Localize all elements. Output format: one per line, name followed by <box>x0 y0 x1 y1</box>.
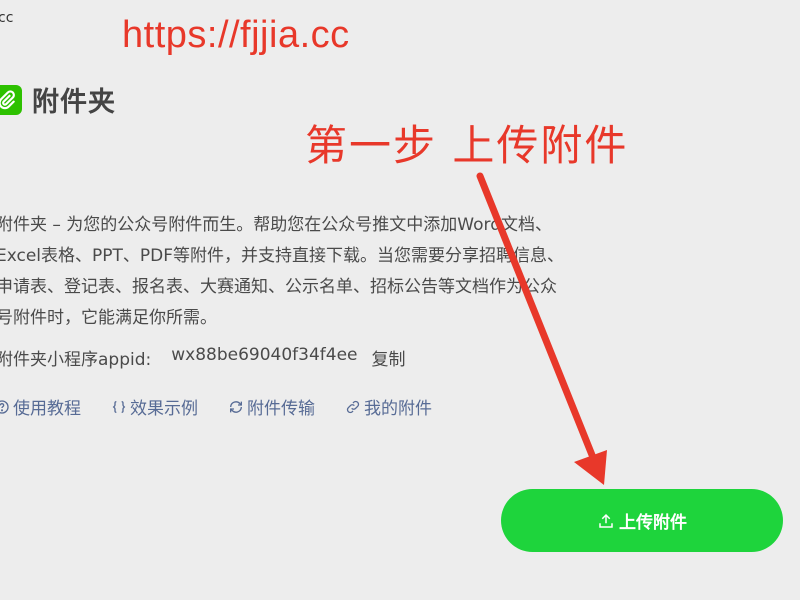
copy-appid-button[interactable]: 复制 <box>372 345 406 370</box>
upload-icon <box>599 513 613 528</box>
app-description: 附件夹 – 为您的公众号附件而生。帮助您在公众号推文中添加Word文档、 Exc… <box>0 210 656 334</box>
description-line: Excel表格、PPT、PDF等附件，并支持直接下载。当您需要分享招聘信息、 <box>0 246 565 266</box>
tutorial-link-label: 使用教程 <box>13 399 81 419</box>
appid-value: wx88be69040f34f4ee <box>171 345 358 365</box>
braces-icon <box>112 400 126 413</box>
help-circle-icon <box>0 399 9 414</box>
link-icon <box>346 400 360 413</box>
app-header: 附件夹 <box>0 80 116 119</box>
sync-icon <box>230 400 242 413</box>
description-line: 号附件时，它能满足你所需。 <box>0 308 217 328</box>
appid-row: 附件夹小程序appid: wx88be69040f34f4ee 复制 <box>0 345 406 370</box>
upload-attachment-button[interactable]: 上传附件 <box>501 489 783 552</box>
my-attachments-link[interactable]: 我的附件 <box>345 394 432 419</box>
paperclip-icon <box>0 84 22 115</box>
transfer-link[interactable]: 附件传输 <box>228 394 315 419</box>
description-line: 附件夹 – 为您的公众号附件而生。帮助您在公众号推文中添加Word文档、 <box>0 215 553 235</box>
corner-text: cc <box>0 10 14 26</box>
tutorial-link[interactable]: 使用教程 <box>0 394 81 419</box>
quick-links: 使用教程 效果示例 附件传输 我的附件 <box>0 394 432 419</box>
upload-button-label: 上传附件 <box>619 513 687 533</box>
examples-link-label: 效果示例 <box>130 399 198 419</box>
my-attachments-link-label: 我的附件 <box>364 399 432 419</box>
step-annotation: 第一步 上传附件 <box>305 121 629 170</box>
description-line: 申请表、登记表、报名表、大赛通知、公示名单、招标公告等文档作为公众 <box>0 277 557 297</box>
transfer-link-label: 附件传输 <box>247 399 315 419</box>
examples-link[interactable]: 效果示例 <box>111 394 198 419</box>
page-title: 附件夹 <box>32 87 116 118</box>
watermark-url: https://fjjia.cc <box>122 14 350 56</box>
appid-label: 附件夹小程序appid: <box>0 350 152 370</box>
